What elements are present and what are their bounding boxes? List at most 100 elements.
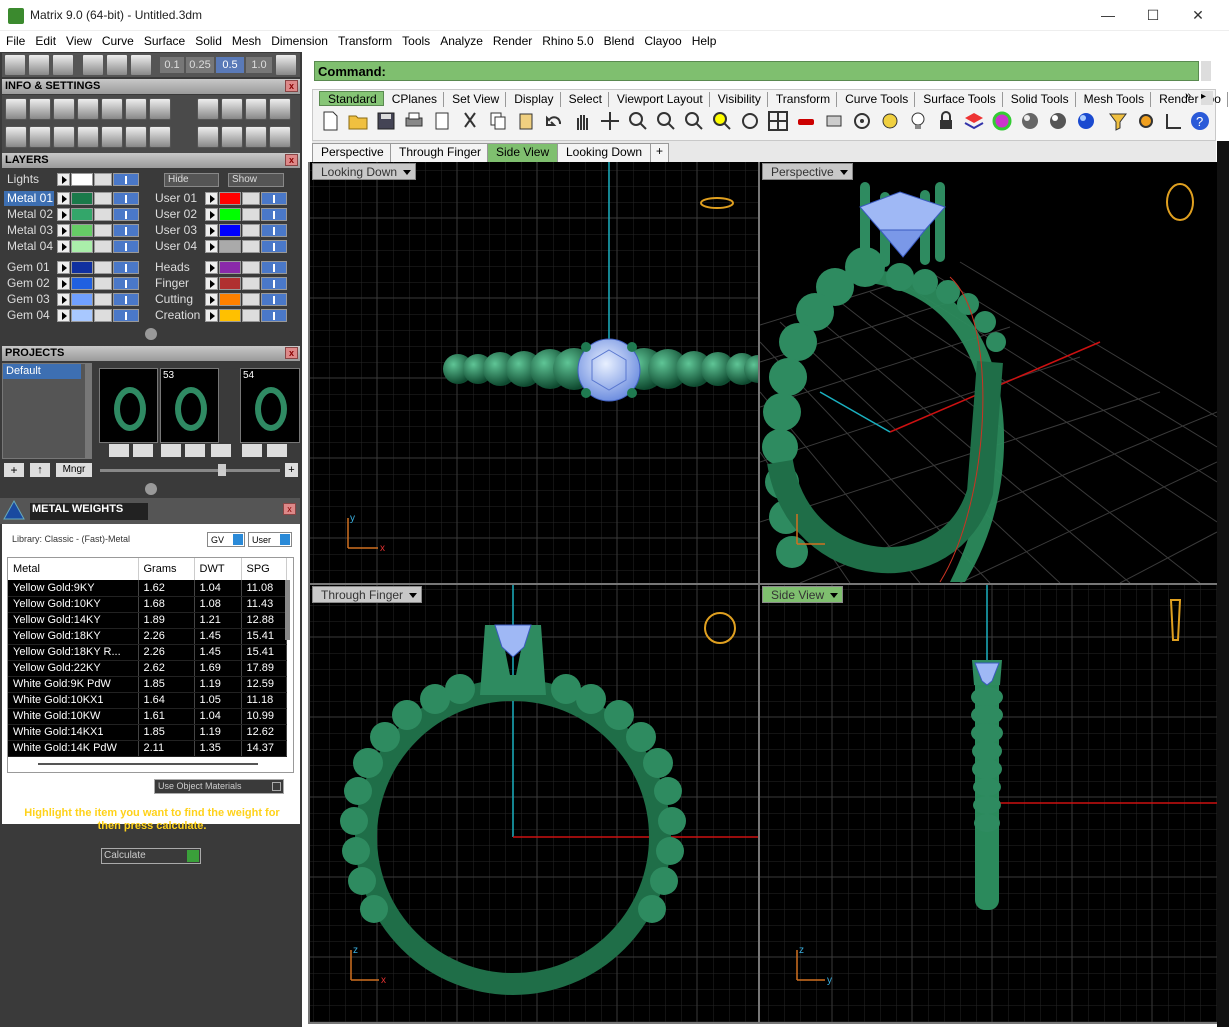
lock-icon[interactable] [242, 309, 260, 322]
layer-color-swatch[interactable] [219, 240, 241, 253]
show-button[interactable]: Show [228, 173, 284, 187]
gumball-icon[interactable] [269, 126, 291, 148]
layer-color-swatch[interactable] [219, 224, 241, 237]
layer-arrow-icon[interactable] [205, 192, 218, 205]
paste-icon[interactable] [515, 110, 537, 132]
use-object-materials-checkbox[interactable]: Use Object Materials [154, 779, 284, 794]
rotate-view-icon[interactable] [739, 110, 761, 132]
collapse-handle-icon[interactable] [145, 328, 157, 340]
menu-transform[interactable]: Transform [332, 31, 396, 48]
more-tabs-icon[interactable]: » [1185, 90, 1199, 106]
table-row[interactable]: Yellow Gold:10KY 1.68 1.08 11.43 [8, 596, 287, 613]
layer-color-swatch[interactable] [71, 309, 93, 322]
layer-name[interactable]: Gem 02 [4, 276, 54, 291]
windows-icon[interactable] [5, 126, 27, 148]
options-gear-icon[interactable] [1135, 110, 1157, 132]
table-row[interactable]: White Gold:9K PdW 1.85 1.19 12.59 [8, 676, 287, 693]
add-view-tab-button[interactable]: + [650, 143, 670, 162]
menu-surface[interactable]: Surface [138, 31, 189, 48]
pan-hand-icon[interactable] [571, 110, 593, 132]
layer-color-swatch[interactable] [71, 224, 93, 237]
lock-icon[interactable] [94, 208, 112, 221]
lock-icon[interactable] [94, 261, 112, 274]
viewport-perspective[interactable]: Perspective [760, 162, 1217, 583]
layer-color-swatch[interactable] [219, 208, 241, 221]
lock-icon[interactable] [242, 208, 260, 221]
panel-icon[interactable] [149, 126, 171, 148]
lock-toolbar-icon[interactable] [935, 110, 957, 132]
bulb-toggle[interactable] [113, 192, 139, 205]
crosshair-icon[interactable] [275, 54, 297, 76]
zoom-extents-icon[interactable] [683, 110, 705, 132]
info-close-icon[interactable]: x [285, 80, 298, 92]
menu-render[interactable]: Render [487, 31, 536, 48]
layer-arrow-icon[interactable] [57, 261, 70, 274]
save-thumb-icon[interactable] [267, 444, 287, 457]
bulb-toggle[interactable] [261, 277, 287, 290]
layer-name[interactable]: Metal 04 [4, 239, 54, 254]
lock-icon[interactable] [94, 192, 112, 205]
layer-name[interactable]: User 01 [152, 191, 202, 206]
tab-select[interactable]: Select [561, 92, 609, 107]
gear-tool-icon[interactable] [197, 98, 219, 120]
help-icon[interactable]: ? [1189, 110, 1211, 132]
tab-curve-tools[interactable]: Curve Tools [837, 92, 916, 107]
lock-icon[interactable] [242, 293, 260, 306]
snap-circle-icon[interactable] [879, 110, 901, 132]
table-row[interactable]: Yellow Gold:18KY R... 2.26 1.45 15.41 [8, 644, 287, 661]
table-vscroll[interactable] [285, 580, 290, 640]
frame-tool-3-icon[interactable] [269, 98, 291, 120]
cut-icon[interactable] [459, 110, 481, 132]
layer-name[interactable]: Finger [152, 276, 202, 291]
move-view-icon[interactable] [599, 110, 621, 132]
viewport-through-finger[interactable]: Through Finger z x [310, 585, 758, 1022]
box-icon[interactable] [53, 126, 75, 148]
layer-stack-icon[interactable] [963, 110, 985, 132]
maximize-button[interactable]: ☐ [1133, 4, 1173, 26]
layer-color-swatch[interactable] [71, 208, 93, 221]
menu-blend[interactable]: Blend [598, 31, 639, 48]
edit-icon[interactable] [125, 98, 147, 120]
bulb-toggle[interactable] [261, 309, 287, 322]
select-icon[interactable] [125, 126, 147, 148]
bulb-toggle[interactable] [261, 240, 287, 253]
table-row[interactable]: Yellow Gold:22KY 2.62 1.69 17.89 [8, 660, 287, 677]
bulb-toggle[interactable] [113, 261, 139, 274]
zoom-icon[interactable] [627, 110, 649, 132]
layer-name[interactable]: Heads [152, 260, 202, 275]
layer-color-swatch[interactable] [71, 192, 93, 205]
layer-arrow-icon[interactable] [205, 208, 218, 221]
viewport-looking-down[interactable]: Looking Down y x [310, 162, 758, 583]
lock-icon[interactable] [94, 224, 112, 237]
tab-surface-tools[interactable]: Surface Tools [915, 92, 1003, 107]
bulb-toggle[interactable] [113, 277, 139, 290]
dimension-tool-icon[interactable] [1163, 110, 1185, 132]
projects-close-icon[interactable]: x [285, 347, 298, 359]
zoom-selected-icon[interactable] [711, 110, 733, 132]
up-project-icon[interactable]: ↑ [30, 463, 50, 477]
rotate-icon[interactable] [221, 126, 243, 148]
cube-icon[interactable] [28, 54, 50, 76]
menu-analyze[interactable]: Analyze [434, 31, 487, 48]
move-icon[interactable] [197, 126, 219, 148]
shaded-sphere-icon[interactable] [1019, 110, 1041, 132]
tab-through-finger[interactable]: Through Finger [390, 143, 491, 162]
slider-thumb[interactable] [218, 464, 226, 476]
layer-name[interactable]: User 03 [152, 223, 202, 238]
layer-arrow-icon[interactable] [57, 208, 70, 221]
layer-name[interactable]: Creation [152, 308, 202, 323]
document-icon[interactable] [101, 98, 123, 120]
target-icon[interactable] [851, 110, 873, 132]
save-thumb-icon[interactable] [109, 444, 129, 457]
command-scroll[interactable] [1201, 61, 1211, 81]
tab-cplanes[interactable]: CPlanes [384, 92, 445, 107]
new-file-icon[interactable] [319, 110, 341, 132]
print-icon[interactable] [403, 110, 425, 132]
table-row[interactable]: White Gold:10KX1 1.64 1.05 11.18 [8, 692, 287, 709]
layer-name[interactable]: Metal 03 [4, 223, 54, 238]
tab-viewport-layout[interactable]: Viewport Layout [609, 92, 710, 107]
bulb-toggle[interactable] [113, 224, 139, 237]
tab-standard[interactable]: Standard [319, 91, 384, 106]
menu-help[interactable]: Help [686, 31, 721, 48]
table-row[interactable]: White Gold:14KX1 1.85 1.19 12.62 [8, 724, 287, 741]
